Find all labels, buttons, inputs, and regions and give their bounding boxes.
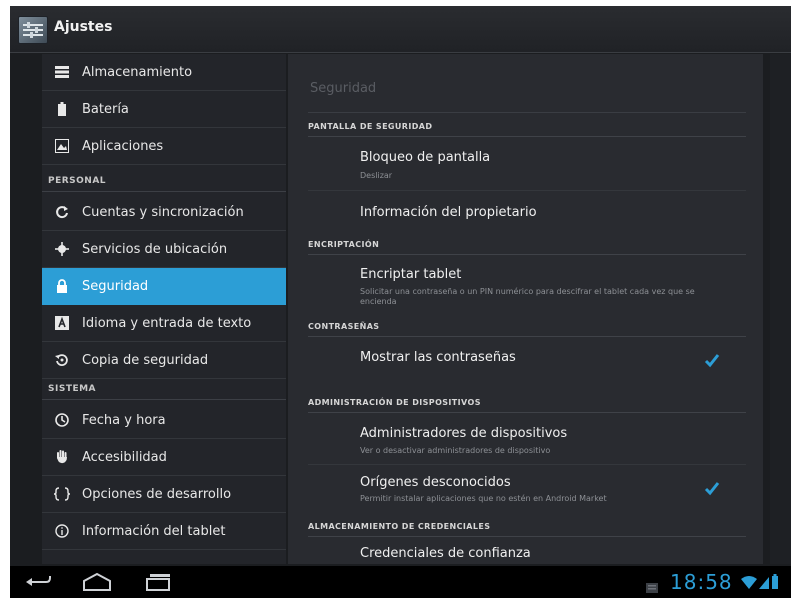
settings-sidebar: Almacenamiento Batería Aplicaciones PERS…: [42, 54, 286, 564]
signal-icon: [759, 577, 769, 589]
location-icon: [54, 241, 70, 257]
tablet-screen: Ajustes Almacenamiento Batería Aplicacio…: [10, 6, 791, 598]
sidebar-item-tablet-info[interactable]: Información del tablet: [42, 513, 286, 550]
divider: [308, 336, 746, 337]
hand-icon: [54, 449, 70, 465]
sidebar-item-label: Seguridad: [82, 278, 149, 294]
status-icons[interactable]: [740, 574, 780, 594]
sidebar-item-location[interactable]: Servicios de ubicación: [42, 231, 286, 268]
sidebar-item-label: Opciones de desarrollo: [82, 486, 232, 502]
sidebar-item-label: Fecha y hora: [82, 412, 166, 428]
sidebar-item-security[interactable]: Seguridad: [42, 268, 286, 305]
setting-subtitle: Ver o desactivar administradores de disp…: [360, 446, 551, 455]
section-header-sistema: SISTEMA: [48, 384, 97, 394]
sidebar-item-label: Batería: [82, 101, 129, 117]
unknown-sources-checkbox[interactable]: [704, 480, 720, 496]
apps-icon: [54, 138, 70, 154]
panel-edge: [770, 54, 791, 564]
notification-icon[interactable]: [646, 578, 658, 597]
sidebar-item-label: Servicios de ubicación: [82, 241, 228, 257]
divider: [308, 464, 746, 465]
action-bar: Ajustes: [10, 6, 791, 53]
language-icon: [54, 315, 70, 331]
braces-icon: [54, 486, 70, 502]
setting-title: Mostrar las contraseñas: [360, 350, 516, 365]
section-header: ADMINISTRACIÓN DE DISPOSITIVOS: [308, 398, 481, 407]
section-header: CONTRASEÑAS: [308, 322, 380, 331]
divider: [308, 254, 746, 255]
info-icon: [54, 523, 70, 539]
sidebar-item-label: Idioma y entrada de texto: [82, 315, 252, 331]
recent-apps-icon[interactable]: [144, 572, 174, 596]
sidebar-item-label: Copia de seguridad: [82, 352, 209, 368]
sidebar-item-label: Cuentas y sincronización: [82, 204, 244, 220]
sidebar-item-apps[interactable]: Aplicaciones: [42, 128, 286, 165]
security-settings-panel: Seguridad PANTALLA DE SEGURIDAD Bloqueo …: [288, 54, 763, 564]
divider: [42, 399, 286, 400]
setting-title: Información del propietario: [360, 205, 537, 220]
setting-title: Encriptar tablet: [360, 267, 462, 282]
divider: [308, 536, 746, 537]
clock-icon: [54, 412, 70, 428]
sidebar-item-label: Aplicaciones: [82, 138, 164, 154]
sidebar-item-label: Accesibilidad: [82, 449, 167, 465]
sidebar-item-developer-options[interactable]: Opciones de desarrollo: [42, 476, 286, 513]
clock[interactable]: 18:58: [670, 570, 733, 594]
wifi-icon: [741, 576, 757, 589]
setting-title: Bloqueo de pantalla: [360, 150, 491, 165]
section-header: PANTALLA DE SEGURIDAD: [308, 122, 433, 131]
setting-title: Credenciales de confianza: [360, 546, 531, 561]
setting-subtitle: Permitir instalar aplicaciones que no es…: [360, 494, 607, 503]
system-bar: 18:58: [10, 566, 791, 598]
sidebar-item-language[interactable]: Idioma y entrada de texto: [42, 305, 286, 342]
back-icon[interactable]: [24, 572, 52, 596]
backup-icon: [54, 352, 70, 368]
battery-status-icon: [772, 576, 778, 589]
sidebar-item-accounts-sync[interactable]: Cuentas y sincronización: [42, 194, 286, 231]
divider: [308, 112, 746, 113]
divider: [308, 190, 746, 191]
home-icon[interactable]: [82, 572, 112, 596]
setting-title: Orígenes desconocidos: [360, 475, 511, 490]
sidebar-item-label: Almacenamiento: [82, 64, 193, 80]
lock-icon: [54, 278, 70, 294]
section-header-personal: PERSONAL: [48, 176, 107, 186]
sidebar-item-date-time[interactable]: Fecha y hora: [42, 402, 286, 439]
divider: [42, 191, 286, 192]
sidebar-item-label: Información del tablet: [82, 523, 226, 539]
divider: [308, 136, 746, 137]
show-passwords-checkbox[interactable]: [704, 352, 720, 368]
setting-title: Administradores de dispositivos: [360, 426, 568, 441]
page-title: Seguridad: [310, 81, 377, 96]
setting-subtitle: Solicitar una contraseña o un PIN numéri…: [360, 287, 695, 306]
app-title: Ajustes: [54, 19, 113, 35]
sidebar-item-battery[interactable]: Batería: [42, 91, 286, 128]
settings-app-icon[interactable]: [18, 16, 48, 44]
setting-subtitle: Deslizar: [360, 171, 393, 180]
sidebar-item-storage[interactable]: Almacenamiento: [42, 54, 286, 91]
section-header: ENCRIPTACIÓN: [308, 240, 380, 249]
sync-icon: [54, 204, 70, 220]
section-header: ALMACENAMIENTO DE CREDENCIALES: [308, 522, 491, 531]
sidebar-item-backup[interactable]: Copia de seguridad: [42, 342, 286, 379]
sidebar-item-accessibility[interactable]: Accesibilidad: [42, 439, 286, 476]
storage-icon: [54, 64, 70, 80]
divider: [308, 412, 746, 413]
battery-icon: [54, 101, 70, 117]
